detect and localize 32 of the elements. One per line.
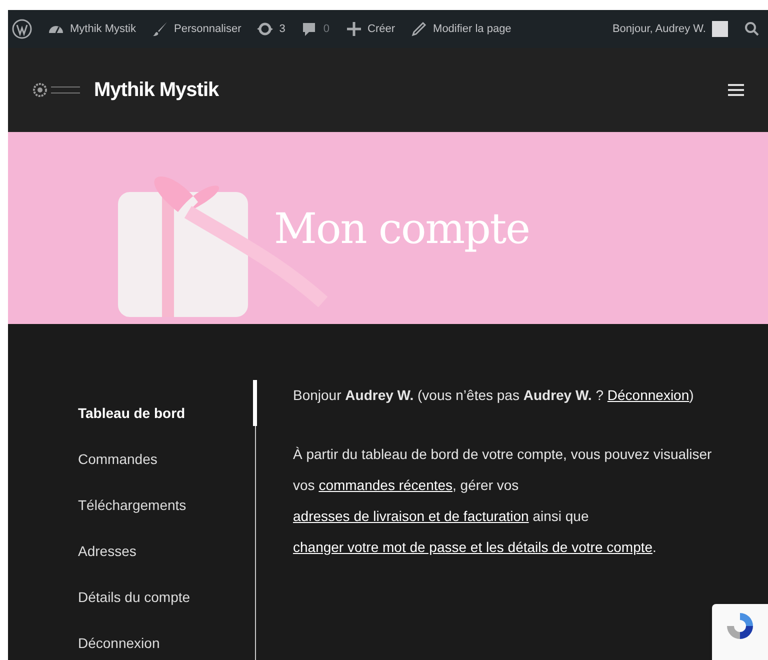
account-nav-link[interactable]: Adresses xyxy=(78,528,255,574)
pencil-icon xyxy=(411,21,428,37)
menu-icon[interactable] xyxy=(728,83,744,97)
account-nav-link[interactable]: Détails du compte xyxy=(78,574,255,620)
account-paragraph: À partir du tableau de bord de votre compte, vous pouvez visualiser vos commandes récentes, gérer vos adresses de livraison et de facturation ainsi que changer votre mot de passe et les détails de votre compte. xyxy=(293,445,713,557)
admin-bar-link[interactable]: 3 xyxy=(257,20,286,38)
admin-bar-link[interactable]: Créer xyxy=(346,20,396,38)
admin-bar-link[interactable]: Personnaliser xyxy=(152,20,242,38)
text-link[interactable]: commandes récentes xyxy=(318,477,453,493)
account-nav-link[interactable]: Téléchargements xyxy=(78,482,255,528)
wordpress-logo-icon[interactable] xyxy=(12,19,32,39)
site-title-link[interactable]: Mythik Mystik xyxy=(94,75,219,105)
text-link[interactable]: adresses de livraison et de facturation xyxy=(293,508,529,524)
page-title: Mon compte xyxy=(274,202,530,254)
account-nav-link[interactable]: Commandes xyxy=(78,436,255,482)
admin-bar-link[interactable]: Modifier la page xyxy=(411,20,512,38)
account-nav-link[interactable]: Déconnexion xyxy=(78,620,255,660)
comment-icon xyxy=(301,21,318,37)
plus-icon xyxy=(346,21,362,37)
admin-bar-link[interactable]: Mythik Mystik xyxy=(48,20,136,38)
avatar-icon xyxy=(712,21,728,37)
account-nav-link[interactable]: Tableau de bord xyxy=(78,390,255,436)
refresh-icon xyxy=(257,21,274,37)
search-icon[interactable] xyxy=(744,21,760,37)
recaptcha-logo-icon xyxy=(724,610,756,642)
logo-mark-icon[interactable] xyxy=(32,82,82,98)
text-link[interactable]: Déconnexion xyxy=(607,387,690,403)
active-tab-indicator xyxy=(253,380,257,426)
account-paragraph: Bonjour Audrey W. (vous n’êtes pas Audrey W. ? Déconnexion) xyxy=(293,386,695,405)
text-link[interactable]: changer votre mot de passe et les détails de votre compte xyxy=(293,539,653,555)
admin-bar-link[interactable]: 0 xyxy=(301,20,330,38)
account-greeting-link[interactable]: Bonjour, Audrey W. xyxy=(612,20,728,38)
